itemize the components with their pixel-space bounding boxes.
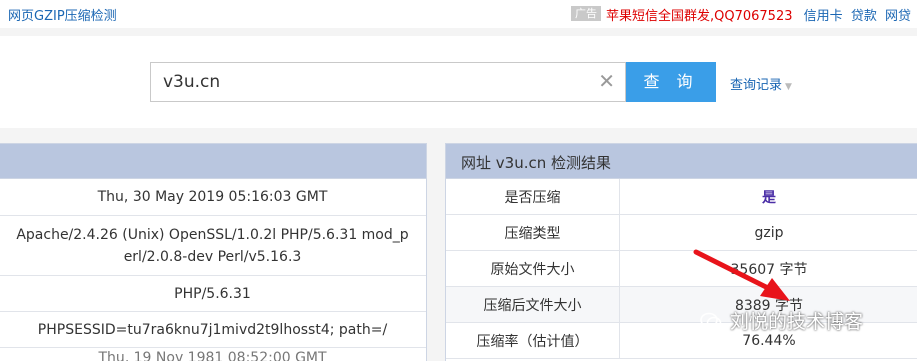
ad-link[interactable]: 苹果短信全国群发,QQ7067523 <box>606 5 793 24</box>
history-dropdown[interactable]: 查询记录 ▼ <box>730 74 792 93</box>
top-links: 信用卡 贷款 网贷 <box>800 5 911 24</box>
header-row-set-cookie: PHPSESSID=tu7ra6knu7j1mivd2t9lhosst4; pa… <box>0 312 426 348</box>
watermark-text: 刘悦的技术博客 <box>730 311 864 333</box>
header-row-date: Thu, 30 May 2019 05:16:03 GMT <box>0 179 426 216</box>
header-row-expires: Thu, 19 Nov 1981 08:52:00 GMT <box>0 348 426 361</box>
result-row-original-size: 原始文件大小 35607 字节 <box>446 251 917 287</box>
search-input[interactable]: v3u.cn ✕ <box>150 62 626 102</box>
history-label[interactable]: 查询记录 <box>730 78 782 93</box>
result-panel-header: 网址 v3u.cn 检测结果 <box>446 144 917 179</box>
result-value: 是 <box>762 189 776 206</box>
chevron-down-icon[interactable]: ▼ <box>785 82 792 92</box>
watermark: 刘悦的技术博客 <box>700 307 863 334</box>
header-row-server: Apache/2.4.26 (Unix) OpenSSL/1.0.2l PHP/… <box>0 216 426 276</box>
header-row-powered-by: PHP/5.6.31 <box>0 276 426 312</box>
result-row-type: 压缩类型 gzip <box>446 215 917 251</box>
wechat-icon <box>700 312 722 329</box>
response-headers-panel: Thu, 30 May 2019 05:16:03 GMT Apache/2.4… <box>0 143 427 361</box>
result-label: 压缩后文件大小 <box>446 287 620 322</box>
result-title: 网址 v3u.cn 检测结果 <box>461 154 611 172</box>
red-arrow-annotation <box>693 249 790 301</box>
search-button[interactable]: 查 询 <box>626 62 716 102</box>
ad-tag: 广告 <box>571 6 601 21</box>
panel-header <box>0 144 426 179</box>
link-online-loan[interactable]: 网贷 <box>885 9 911 24</box>
result-label: 是否压缩 <box>446 179 620 214</box>
link-loan[interactable]: 贷款 <box>851 9 877 24</box>
result-row-compressed: 是否压缩 是 <box>446 179 917 215</box>
result-label: 原始文件大小 <box>446 251 620 286</box>
result-label: 压缩率（估计值） <box>446 323 620 358</box>
search-input-value[interactable]: v3u.cn <box>163 72 220 92</box>
link-credit-card[interactable]: 信用卡 <box>804 9 843 24</box>
top-bar: 网页GZIP压缩检测 广告 苹果短信全国群发,QQ7067523 信用卡 贷款 … <box>0 0 917 28</box>
search-area: v3u.cn ✕ 查 询 查询记录 ▼ <box>0 36 917 128</box>
close-icon[interactable]: ✕ <box>598 70 615 92</box>
result-label: 压缩类型 <box>446 215 620 250</box>
site-title[interactable]: 网页GZIP压缩检测 <box>8 5 117 24</box>
